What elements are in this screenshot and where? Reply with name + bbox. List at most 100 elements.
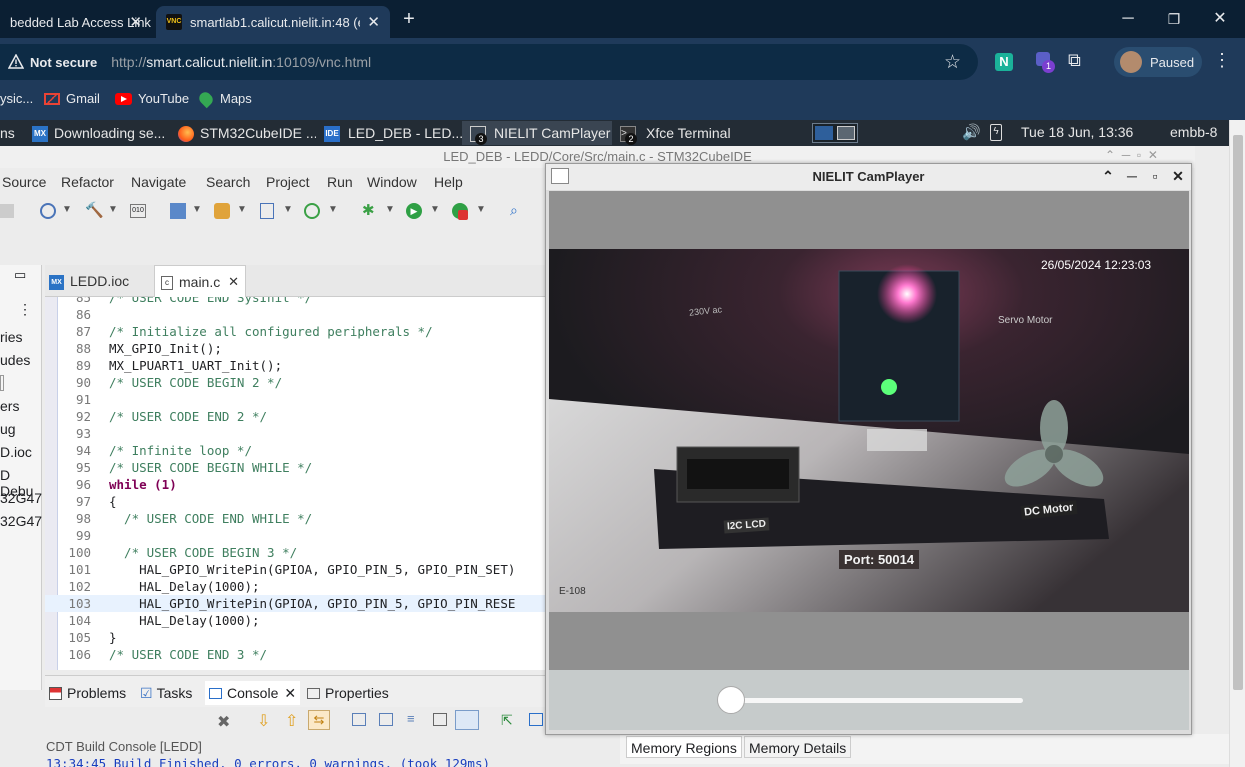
menu-navigate[interactable]: Navigate	[131, 174, 186, 190]
camplayer-titlebar[interactable]: NIELIT CamPlayer ⌃ ─ ▫ ✕	[546, 164, 1191, 190]
chevron-down-icon[interactable]: ▼	[385, 204, 395, 215]
code-line[interactable]: 98 /* USER CODE END WHILE */	[45, 510, 545, 527]
console-view-icon[interactable]	[529, 713, 543, 726]
new-file-icon[interactable]	[260, 203, 274, 219]
browser-tab-vnc[interactable]: VNC smartlab1.calicut.nielit.in:48 (em ✕	[156, 6, 390, 38]
arrow-down-icon[interactable]: ⇩	[257, 711, 270, 731]
maximize-icon[interactable]: ▫	[1146, 167, 1164, 185]
code-line[interactable]: 104 HAL_Delay(1000);	[45, 612, 545, 629]
bookmark-star-icon[interactable]: ☆	[944, 51, 961, 74]
code-line[interactable]: 91	[45, 391, 545, 408]
panel-user[interactable]: embb-8	[1170, 124, 1217, 140]
tree-item[interactable]: ers	[0, 398, 19, 414]
taskbar-item-stm32[interactable]: STM32CubeIDE ...	[170, 121, 316, 145]
menu-refactor[interactable]: Refactor	[61, 174, 114, 190]
tree-item[interactable]: 32G47	[0, 513, 42, 529]
code-line[interactable]: 97 {	[45, 493, 545, 510]
pin-console-icon[interactable]	[352, 713, 366, 726]
taskbar-item-camplayer[interactable]: 3 NIELIT CamPlayer	[462, 121, 612, 145]
chevron-down-icon[interactable]: ▼	[108, 204, 118, 215]
hammer-icon[interactable]: 🔨	[85, 201, 104, 219]
tree-item[interactable]: udes	[0, 352, 30, 368]
toolbar-icon[interactable]	[0, 204, 14, 218]
chevron-up-icon[interactable]: ⌃	[1099, 167, 1117, 185]
code-line[interactable]: 85 /* USER CODE END SysInit */	[45, 297, 545, 306]
chevron-down-icon[interactable]: ▼	[476, 204, 486, 215]
code-line[interactable]: 94 /* Infinite loop */	[45, 442, 545, 459]
battery-icon[interactable]: ϟ	[990, 124, 1002, 141]
open-console-icon[interactable]	[455, 710, 479, 730]
code-line[interactable]: 96 while (1)	[45, 476, 545, 493]
menu-search[interactable]: Search	[206, 174, 250, 190]
chevron-down-icon[interactable]: ▼	[192, 204, 202, 215]
kebab-menu-icon[interactable]: ⋮	[1213, 50, 1231, 71]
taskbar-item[interactable]: ns	[0, 121, 22, 145]
tree-item[interactable]: ug	[0, 421, 16, 437]
code-line[interactable]: 99	[45, 527, 545, 544]
close-icon[interactable]: ✕	[228, 266, 239, 298]
tab-ledd-ioc[interactable]: MX LEDD.ioc	[49, 265, 153, 297]
arrow-up-icon[interactable]: ⇧	[285, 711, 298, 731]
display-console-icon[interactable]	[379, 713, 393, 726]
new-project-icon[interactable]	[170, 203, 186, 219]
tab-memory-regions[interactable]: Memory Regions	[626, 736, 742, 758]
chevron-down-icon[interactable]: ▼	[328, 204, 338, 215]
maximize-icon[interactable]: ▭	[14, 267, 26, 283]
tree-item[interactable]: ries	[0, 329, 23, 345]
close-icon[interactable]: ✕	[284, 681, 296, 705]
code-line[interactable]: 102 HAL_Delay(1000);	[45, 578, 545, 595]
security-indicator[interactable]: Not secure	[8, 54, 97, 70]
seek-slider-track[interactable]	[733, 698, 1023, 703]
code-line[interactable]: 90 /* USER CODE BEGIN 2 */	[45, 374, 545, 391]
page-scrollbar[interactable]	[1229, 120, 1245, 767]
restore-icon[interactable]: ❐	[1163, 8, 1185, 30]
menu-help[interactable]: Help	[434, 174, 463, 190]
extensions-puzzle-icon[interactable]: ⧉	[1068, 50, 1081, 71]
tab-problems[interactable]: Problems	[49, 681, 126, 705]
seek-slider-thumb[interactable]	[717, 686, 745, 714]
view-menu-icon[interactable]: ⋮	[18, 301, 32, 318]
build-config-icon[interactable]	[40, 203, 56, 219]
menu-run[interactable]: Run	[327, 174, 353, 190]
menu-project[interactable]: Project	[266, 174, 310, 190]
code-line[interactable]: 100 /* USER CODE BEGIN 3 */	[45, 544, 545, 561]
refresh-icon[interactable]	[304, 203, 320, 219]
code-line[interactable]: 89 MX_LPUART1_UART_Init();	[45, 357, 545, 374]
volume-icon[interactable]: 🔊	[962, 123, 981, 141]
scrollbar-thumb[interactable]	[1233, 135, 1243, 690]
code-line[interactable]: 95 /* USER CODE BEGIN WHILE */	[45, 459, 545, 476]
menu-window[interactable]: Window	[367, 174, 417, 190]
workspace-2[interactable]	[837, 126, 855, 140]
word-wrap-icon[interactable]: ≡	[407, 711, 415, 726]
code-line[interactable]: 86	[45, 306, 545, 323]
tab-console[interactable]: Console ✕	[205, 681, 301, 705]
close-icon[interactable]: ✕	[1169, 167, 1187, 185]
browser-tab-lab-access[interactable]: bedded Lab Access Link ✕	[0, 6, 152, 38]
copy-icon[interactable]	[433, 713, 447, 726]
new-console-icon[interactable]: ⇱	[501, 712, 513, 729]
bookmark-gmail[interactable]: Gmail	[44, 86, 100, 112]
code-line[interactable]: 87 /* Initialize all configured periphera…	[45, 323, 545, 340]
workspace-1[interactable]	[815, 126, 833, 140]
menu-source[interactable]: Source	[2, 174, 46, 190]
binary-icon[interactable]: 010	[130, 204, 146, 218]
tab-tasks[interactable]: ☑ Tasks	[140, 681, 192, 705]
taskbar-item-downloading[interactable]: MX Downloading se...	[24, 121, 170, 145]
external-tools-icon[interactable]	[452, 203, 468, 220]
tab-main-c[interactable]: c main.c ✕	[154, 265, 246, 297]
tab-memory-details[interactable]: Memory Details	[744, 736, 852, 758]
tree-item[interactable]: D.ioc	[0, 444, 32, 460]
code-line[interactable]: 101 HAL_GPIO_WritePin(GPIOA, GPIO_PIN_5,…	[45, 561, 545, 578]
profile-button[interactable]: Paused	[1114, 47, 1202, 77]
extension-teams-icon[interactable]: 1	[1036, 52, 1056, 73]
search-icon[interactable]: ⌕	[510, 202, 518, 219]
bookmark-youtube[interactable]: YouTube	[115, 86, 189, 112]
bookmark-physics[interactable]: ysic...	[0, 86, 33, 112]
bookmark-maps[interactable]: Maps	[196, 86, 252, 112]
tab-properties[interactable]: Properties	[307, 681, 389, 705]
code-editor[interactable]: 85 /* USER CODE END SysInit */ 86 87 /* Init…	[45, 297, 545, 670]
code-line[interactable]: 103 HAL_GPIO_WritePin(GPIOA, GPIO_PIN_5,…	[45, 595, 545, 612]
tree-item[interactable]: 32G47	[0, 490, 42, 506]
close-window-icon[interactable]: ✕	[1209, 8, 1231, 30]
close-icon[interactable]: ✕	[129, 13, 142, 31]
